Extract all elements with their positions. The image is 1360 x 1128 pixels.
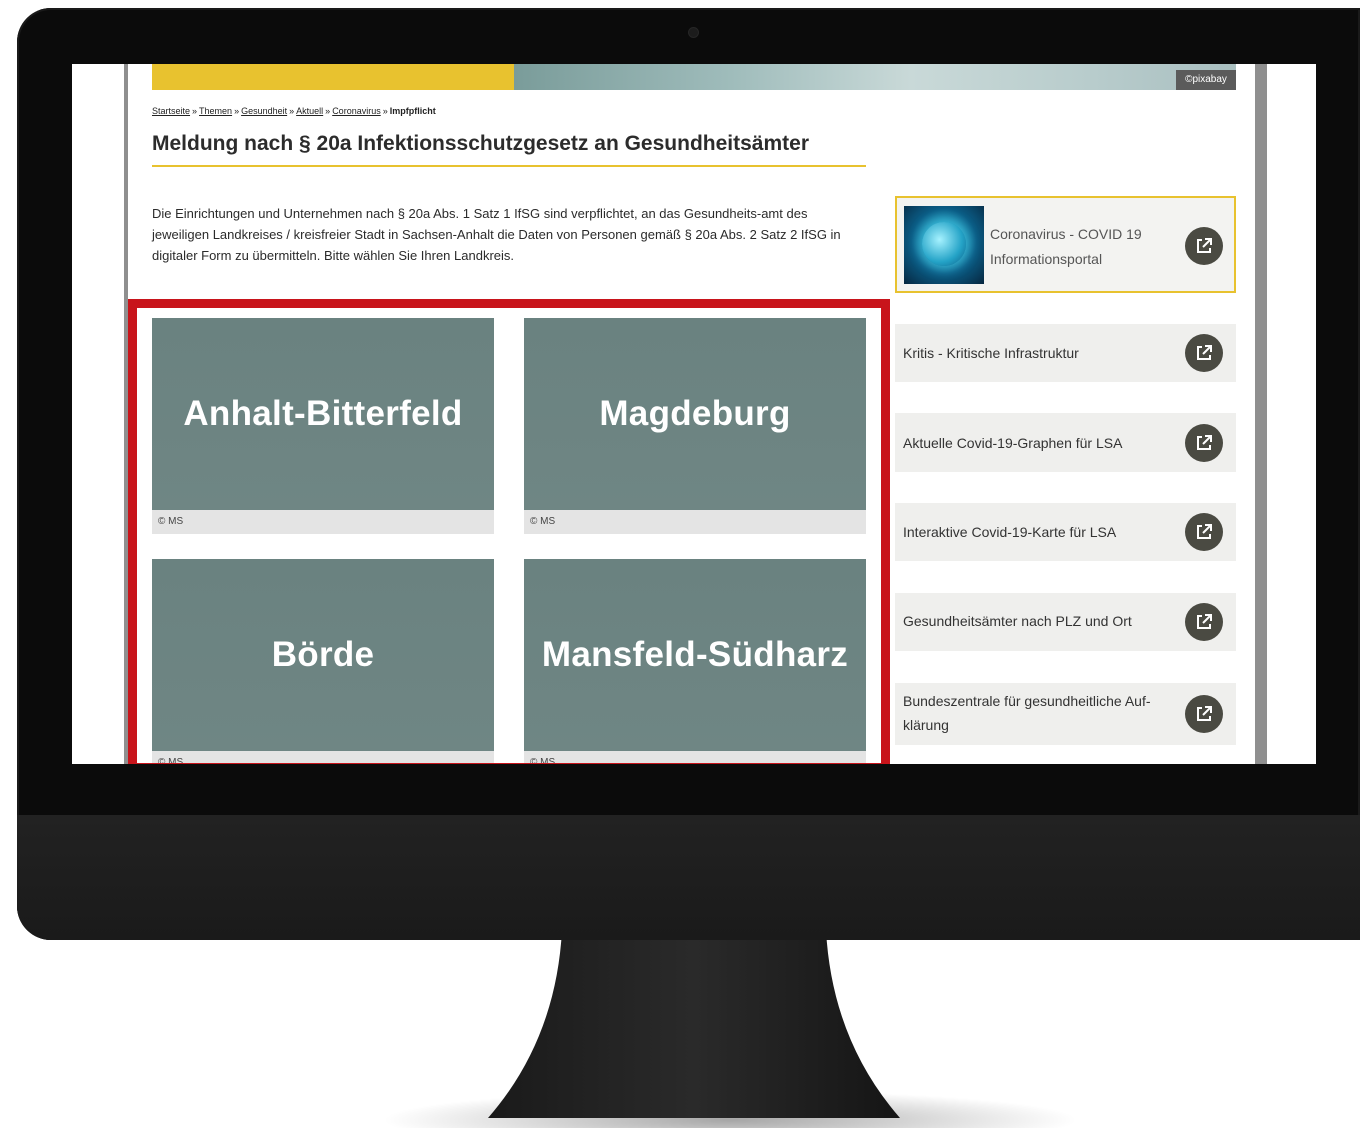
breadcrumb-link-themen[interactable]: Themen (199, 106, 232, 116)
breadcrumb-separator: » (325, 106, 331, 116)
external-link-icon[interactable] (1185, 227, 1223, 265)
breadcrumb-link-aktuell[interactable]: Aktuell (296, 106, 323, 116)
sidebar-link-label: Interaktive Covid-19-Karte für LSA (903, 524, 1117, 540)
browser-screen: ©pixabay Startseite» Themen» Gesundheit» Ak… (72, 64, 1316, 764)
sidebar-link-label: Kritis - Kritische Infrastruktur (903, 345, 1079, 361)
external-link-icon[interactable] (1185, 424, 1223, 462)
breadcrumb-link-startseite[interactable]: Startseite (152, 106, 190, 116)
breadcrumb-link-coronavirus[interactable]: Coronavirus (332, 106, 381, 116)
webcam (689, 28, 698, 37)
breadcrumb-separator: » (289, 106, 295, 116)
hero-image (514, 64, 1236, 90)
highlight-frame (128, 299, 890, 764)
hero-accent-bar (152, 64, 514, 90)
sidebar-link-kritis[interactable]: Kritis - Kritische Infrastruktur (895, 324, 1236, 382)
sidebar-link-bzga[interactable]: Bundeszentrale für gesundheitliche Auf-k… (895, 683, 1236, 745)
sidebar-featured-covid-portal[interactable]: Coronavirus - COVID 19 Informationsporta… (895, 196, 1236, 293)
intro-text: Die Einrichtungen und Unternehmen nach §… (152, 206, 841, 263)
sidebar-link-covid-graphen[interactable]: Aktuelle Covid-19-Graphen für LSA (895, 413, 1236, 472)
hero-image-credit: ©pixabay (1176, 70, 1236, 90)
breadcrumb-separator: » (192, 106, 198, 116)
monitor-chin (17, 815, 1360, 940)
sidebar-link-covid-karte[interactable]: Interaktive Covid-19-Karte für LSA (895, 503, 1236, 561)
external-link-icon[interactable] (1185, 334, 1223, 372)
page-title: Meldung nach § 20a Infektionsschutzgeset… (152, 132, 866, 167)
sidebar-link-label: Aktuelle Covid-19-Graphen für LSA (903, 435, 1123, 451)
page-border-right (1255, 64, 1267, 764)
breadcrumb-separator: » (382, 106, 388, 116)
breadcrumb-separator: » (234, 106, 240, 116)
coronavirus-image (904, 206, 984, 284)
external-link-icon[interactable] (1185, 603, 1223, 641)
sidebar-link-label: Gesundheitsämter nach PLZ und Ort (903, 613, 1132, 629)
breadcrumb-current: Impfpflicht (389, 106, 436, 116)
sidebar-link-label: Bundeszentrale für gesundheitliche Auf-k… (903, 693, 1151, 733)
breadcrumb-link-gesundheit[interactable]: Gesundheit (241, 106, 287, 116)
external-link-icon[interactable] (1185, 513, 1223, 551)
external-link-icon[interactable] (1185, 695, 1223, 733)
breadcrumb: Startseite» Themen» Gesundheit» Aktuell» Cor… (152, 106, 436, 116)
sidebar-featured-label: Coronavirus - COVID 19 Informationsporta… (990, 226, 1142, 267)
sidebar-link-gesundheitsaemter[interactable]: Gesundheitsämter nach PLZ und Ort (895, 593, 1236, 651)
